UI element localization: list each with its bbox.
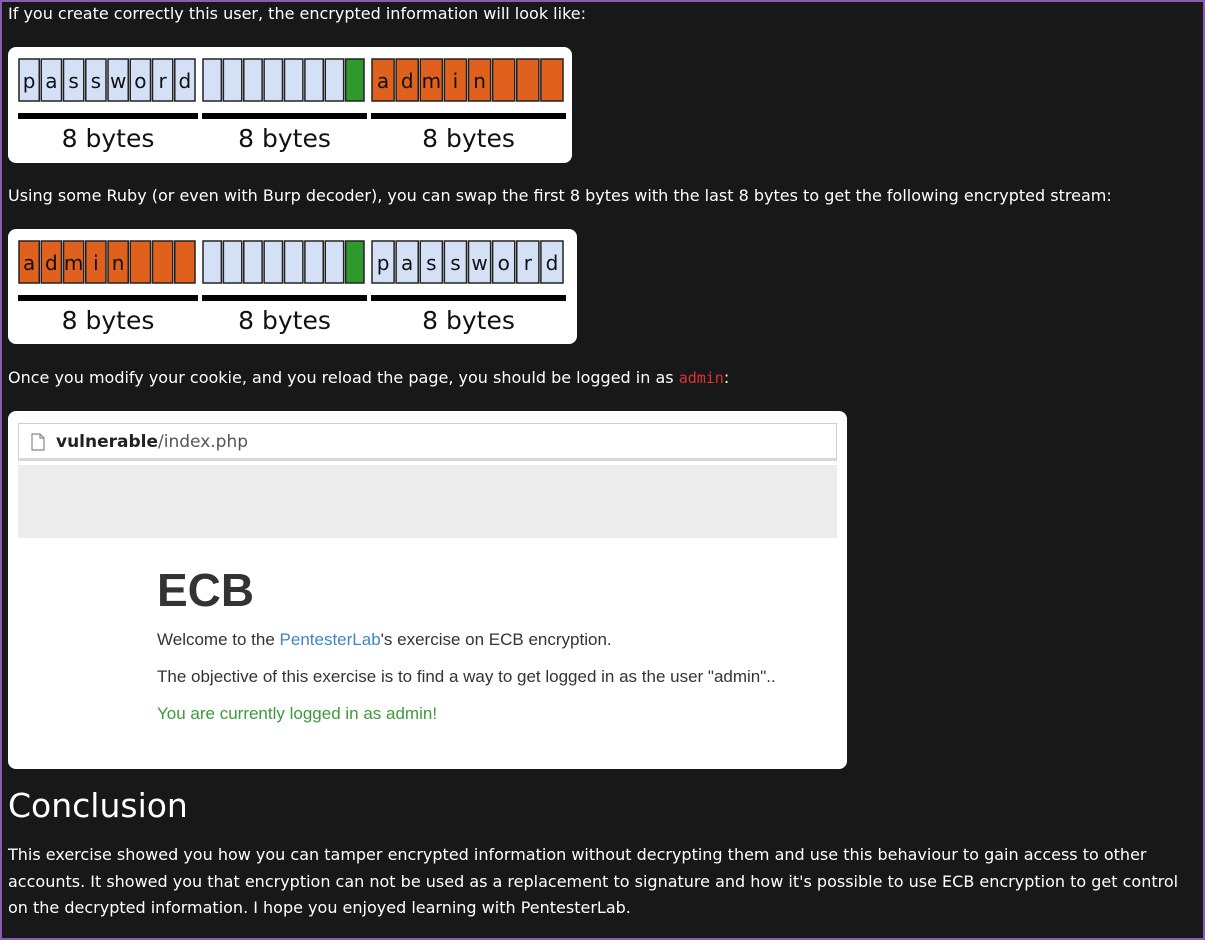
byte-char: o [498, 251, 510, 275]
block-bar [371, 295, 566, 301]
encrypted-blocks-diagram: password8 bytes 8 bytes a d m i n 8 bytes [8, 47, 572, 163]
byte-cell [304, 240, 324, 284]
byte-cell [283, 240, 304, 284]
byte-char: r [159, 69, 168, 93]
encrypted-blocks-svg: p a s s w o r d8 bytes 8 bytesa d m i n8 bytes [18, 58, 566, 153]
byte-char: s [450, 251, 460, 275]
byte-cell [324, 58, 345, 102]
byte-cell [344, 240, 365, 284]
objective-text: The objective of this exercise is to fin… [157, 667, 776, 686]
byte-cell [263, 240, 284, 284]
byte-char: s [426, 251, 436, 275]
page-title: ECB [157, 564, 255, 616]
byte-cell [344, 58, 365, 102]
swap-text: Using some Ruby (or even with Burp decod… [8, 186, 1112, 205]
byte-cell [174, 240, 196, 284]
byte-char: d [179, 69, 192, 93]
block-label: 8 bytes [62, 124, 155, 153]
block-bar [202, 295, 367, 301]
block-bar [18, 113, 198, 119]
conclusion-heading: Conclusion [8, 786, 188, 825]
byte-char: a [45, 69, 57, 93]
url-host: vulnerable [56, 432, 159, 452]
header-band [18, 465, 837, 538]
block-label: 8 bytes [422, 306, 515, 335]
byte-char: s [68, 69, 78, 93]
block-label: 8 bytes [422, 124, 515, 153]
pentesterlab-link[interactable]: PentesterLab [280, 630, 381, 649]
byte-cell [202, 58, 223, 102]
byte-cell [222, 58, 243, 102]
byte-cell [129, 240, 152, 284]
browser-screenshot: vulnerable/index.php ECB Welcome to the … [8, 411, 847, 769]
block-label: 8 bytes [238, 306, 331, 335]
block-label: 8 bytes [62, 306, 155, 335]
byte-char: a [401, 251, 413, 275]
byte-char: d [45, 251, 58, 275]
reload-text: Once you modify your cookie, and you rel… [8, 365, 729, 391]
page-icon [31, 433, 45, 451]
url-path: /index.php [158, 432, 249, 452]
byte-char: d [546, 251, 559, 275]
block-bar [371, 113, 566, 119]
intro-text: If you create correctly this user, the e… [8, 4, 586, 23]
admin-code: admin [678, 369, 724, 387]
byte-cell [151, 240, 174, 284]
byte-cell [491, 58, 516, 102]
byte-char: p [23, 69, 36, 93]
welcome-after: 's exercise on ECB encryption. [380, 630, 612, 649]
byte-cell [222, 240, 243, 284]
byte-char: n [112, 251, 125, 275]
block-label: 8 bytes [238, 124, 331, 153]
byte-cell [243, 240, 263, 284]
swapped-blocks-svg: a d m i n8 bytes 8 bytesp a s s w o r d8 bytes [18, 240, 566, 335]
welcome-before: Welcome to the [157, 630, 280, 649]
byte-char: s [91, 69, 101, 93]
block-bar [18, 295, 198, 301]
byte-char: r [524, 251, 533, 275]
swapped-blocks-diagram: admin8 bytes 8 bytes p a s s w o r d 8 bytes [8, 229, 577, 344]
login-status: You are currently logged in as admin! [157, 704, 438, 723]
reload-text-before: Once you modify your cookie, and you rel… [8, 368, 679, 387]
block-bar [202, 113, 367, 119]
byte-char: w [110, 69, 126, 93]
byte-cell [540, 58, 564, 102]
byte-cell [324, 240, 345, 284]
byte-char: i [93, 251, 99, 275]
byte-cell [516, 58, 540, 102]
address-bar: vulnerable/index.php [18, 423, 837, 461]
byte-char: n [473, 69, 486, 93]
byte-cell [263, 58, 284, 102]
byte-char: p [377, 251, 390, 275]
byte-char: a [23, 251, 35, 275]
byte-char: i [453, 69, 459, 93]
byte-cell [202, 240, 223, 284]
welcome-text: Welcome to the PentesterLab's exercise o… [157, 630, 612, 650]
byte-char: o [134, 69, 146, 93]
byte-char: m [64, 251, 83, 275]
byte-cell [304, 58, 324, 102]
byte-char: a [377, 69, 389, 93]
byte-cell [243, 58, 263, 102]
conclusion-body: This exercise showed you how you can tam… [8, 845, 1179, 917]
reload-text-after: : [723, 368, 730, 387]
byte-char: m [422, 69, 441, 93]
byte-char: w [471, 251, 487, 275]
byte-char: d [401, 69, 414, 93]
byte-cell [283, 58, 304, 102]
